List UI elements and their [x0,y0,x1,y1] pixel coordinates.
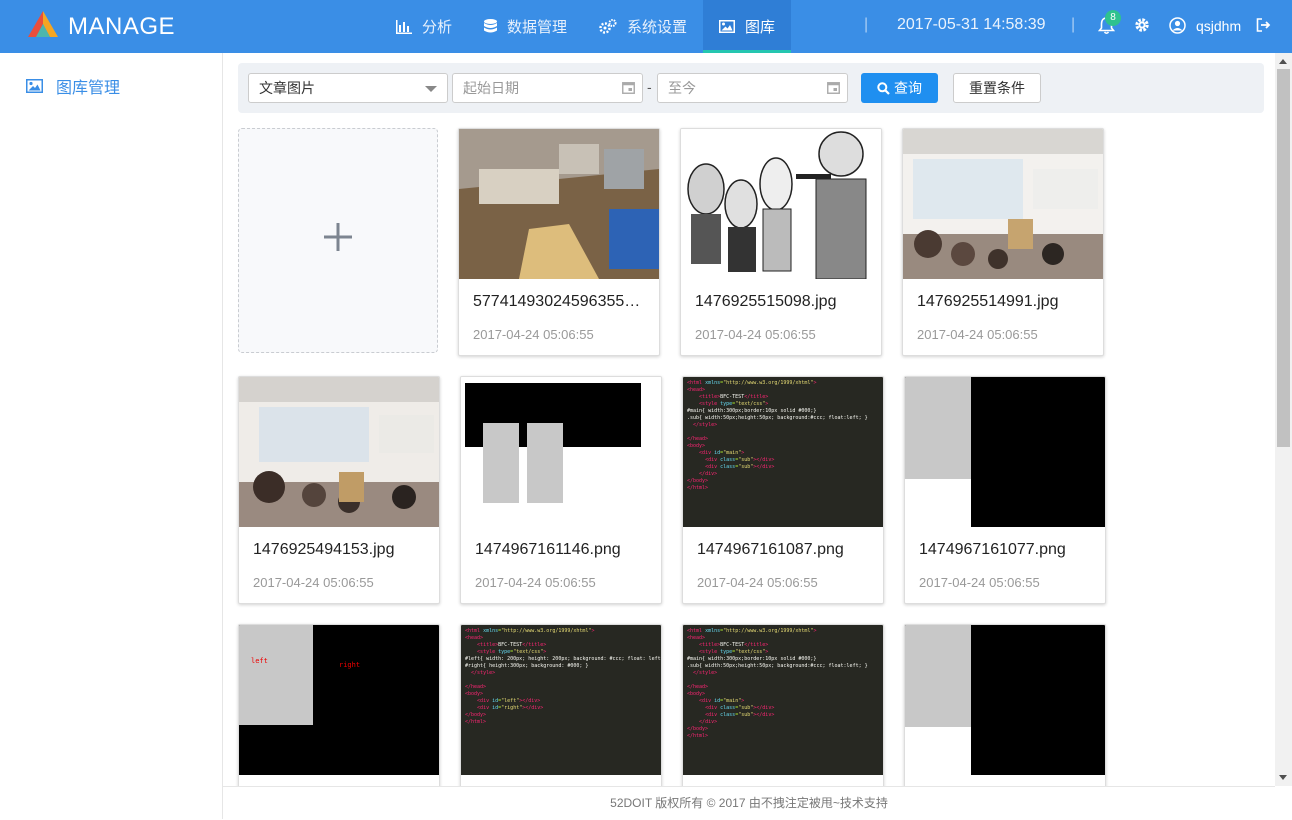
image-filename: 577414930245963556.jpg [473,293,649,310]
image-thumbnail [461,377,661,527]
image-upload-time: 2017-04-24 05:06:55 [253,575,374,590]
image-card[interactable]: <html xmlns="http://www.w3.org/1999/xhtm… [682,376,884,604]
divider: | [864,16,869,33]
logout-icon[interactable] [1256,18,1271,32]
vertical-scrollbar[interactable] [1275,53,1292,786]
end-date-input[interactable]: 至今 [657,73,848,103]
image-thumbnail: <html xmlns="http://www.w3.org/1999/xhtm… [683,625,883,775]
main-content: 文章图片 起始日期 - 至今 查询 重置条件 57741493024596355… [223,53,1275,786]
upload-image-card[interactable] [238,128,438,353]
image-thumbnail [905,625,1105,775]
category-select[interactable]: 文章图片 [248,73,448,103]
sidebar-item-label: 图库管理 [56,80,121,97]
image-filename: 1474967161077.png [919,541,1066,558]
calendar-icon [827,82,840,94]
image-card[interactable]: 1474967161146.png 2017-04-24 05:06:55 [460,376,662,604]
footer: 52DOIT 版权所有 © 2017 由不拽注定被甩~技术支持 [223,786,1275,820]
brand-name[interactable]: MANAGE [68,13,175,41]
chevron-down-icon [425,86,437,92]
image-upload-time: 2017-04-24 05:06:55 [473,327,594,342]
end-date-placeholder: 至今 [668,80,696,96]
query-button-label: 查询 [894,80,922,96]
nav-gallery[interactable]: 图库 [703,0,792,53]
sidebar-item-gallery-management[interactable]: 图库管理 [26,74,120,98]
image-card[interactable]: 1476925515098.jpg 2017-04-24 05:06:55 [680,128,882,356]
search-icon [877,81,890,95]
calendar-icon [622,82,635,94]
image-card[interactable]: <html xmlns="http://www.w3.org/1999/xhtm… [682,624,884,786]
date-range-separator: - [647,79,652,95]
image-thumbnail [903,129,1103,279]
notification-badge: 8 [1105,10,1121,26]
svg-text:right: right [339,661,360,669]
image-upload-time: 2017-04-24 05:06:55 [697,575,818,590]
cogs-icon [599,19,617,34]
gear-icon[interactable] [1134,17,1150,33]
image-filename: 1476925514991.jpg [917,293,1059,310]
start-date-placeholder: 起始日期 [463,80,519,96]
image-thumbnail [459,129,659,279]
image-card[interactable]: left right [238,624,440,786]
username[interactable]: qsjdhm [1196,18,1241,34]
image-thumbnail: <html xmlns="http://www.w3.org/1999/xhtm… [461,625,661,775]
reset-button[interactable]: 重置条件 [953,73,1041,103]
image-card[interactable] [904,624,1106,786]
filter-bar: 文章图片 起始日期 - 至今 查询 重置条件 [238,63,1264,113]
category-select-value: 文章图片 [259,80,315,96]
main-nav: 分析 数据管理 系统设置 图库 [380,0,792,53]
image-upload-time: 2017-04-24 05:06:55 [695,327,816,342]
image-upload-time: 2017-04-24 05:06:55 [917,327,1038,342]
nav-label: 系统设置 [627,19,688,36]
current-datetime: 2017-05-31 14:58:39 [897,16,1046,33]
image-card[interactable]: <html xmlns="http://www.w3.org/1999/xhtm… [460,624,662,786]
divider: | [1071,16,1076,33]
image-upload-time: 2017-04-24 05:06:55 [919,575,1040,590]
image-filename: 1474967161087.png [697,541,844,558]
nav-analysis[interactable]: 分析 [380,0,468,53]
image-card[interactable]: 1476925514991.jpg 2017-04-24 05:06:55 [902,128,1104,356]
image-card[interactable]: 577414930245963556.jpg 2017-04-24 05:06:… [458,128,660,356]
nav-data-management[interactable]: 数据管理 [468,0,583,53]
image-filename: 1474967161146.png [475,541,621,558]
query-button[interactable]: 查询 [861,73,938,103]
scrollbar-thumb[interactable] [1277,69,1290,447]
svg-text:left: left [251,657,268,665]
image-filename: 1476925515098.jpg [695,293,837,310]
image-card[interactable]: 1476925494153.jpg 2017-04-24 05:06:55 [238,376,440,604]
image-thumbnail [681,129,881,279]
image-thumbnail: <html xmlns="http://www.w3.org/1999/xhtm… [683,377,883,527]
scroll-down-arrow-icon[interactable] [1279,775,1287,780]
image-icon [26,79,43,93]
brand-logo-icon [28,11,58,37]
image-thumbnail [239,377,439,527]
nav-label: 分析 [422,19,453,36]
top-navbar: MANAGE 分析 数据管理 系统设置 图库 | 2017-05-31 14:5… [0,0,1292,53]
nav-system-settings[interactable]: 系统设置 [583,0,703,53]
scroll-up-arrow-icon[interactable] [1279,59,1287,64]
start-date-input[interactable]: 起始日期 [452,73,643,103]
image-upload-time: 2017-04-24 05:06:55 [475,575,596,590]
nav-label: 数据管理 [507,19,568,36]
image-filename: 1476925494153.jpg [253,541,395,558]
user-icon[interactable] [1169,17,1186,34]
sidebar: 图库管理 [0,53,223,819]
image-thumbnail: left right [239,625,439,775]
image-icon [719,20,736,33]
database-icon [484,18,498,32]
image-card[interactable]: 1474967161077.png 2017-04-24 05:06:55 [904,376,1106,604]
plus-icon [324,223,352,251]
nav-label: 图库 [745,19,776,36]
image-thumbnail [905,377,1105,527]
bar-chart-icon [396,19,412,34]
